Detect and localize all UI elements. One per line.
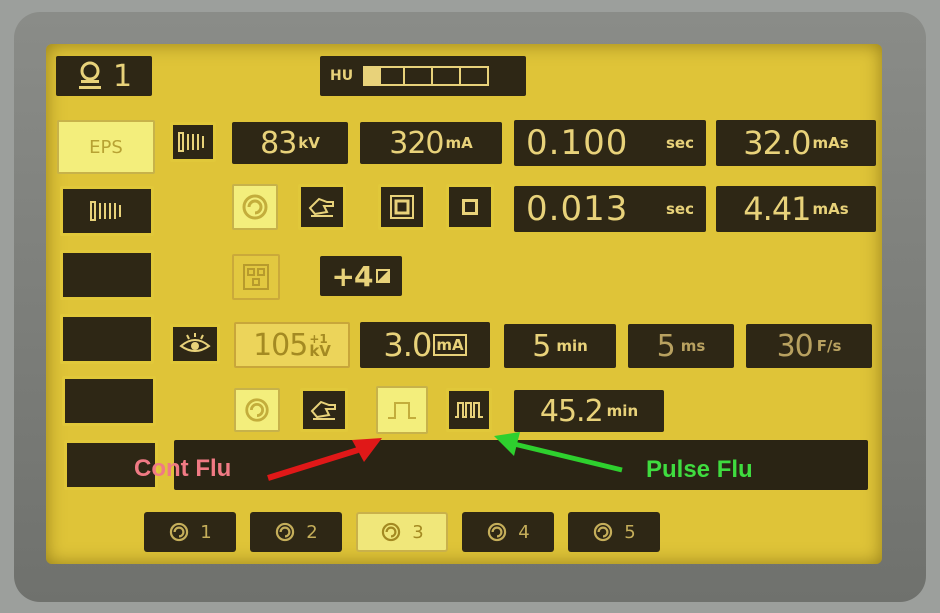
hu-cell [461,68,487,84]
spiral-icon [242,194,268,220]
tab-2[interactable]: 2 [250,512,342,552]
eye-icon [179,333,211,352]
sidebar-item-3[interactable] [60,250,154,300]
hu-meter: HU [320,56,526,96]
fluoro-spiral-button[interactable] [234,388,280,432]
hand-icon [310,400,336,420]
pulse-wave-icon [455,402,483,418]
fluoro-total-time-unit: min [606,402,639,420]
fluoro-duration-unit: min [556,337,588,355]
tab-5[interactable]: 5 [568,512,660,552]
sidebar-item-eps[interactable]: EPS [57,120,155,174]
fluoro-kv-unit: kV [309,342,331,360]
fluoro-kv-field[interactable]: 105 +1 kV [234,322,350,368]
exposure-time-unit: sec [666,134,694,152]
cont-flu-label: Cont Flu [134,455,232,482]
filter-grid-button[interactable] [170,122,216,162]
density-correction-value: +4 [331,259,374,293]
exposure-mas2-unit: mAs [812,200,849,218]
fluoro-pulse-width-field[interactable]: 5 ms [628,324,734,368]
hu-cell [383,68,406,84]
filter-grid-icon [90,201,121,221]
fluoro-ma-value: 3.0 [383,326,432,364]
exposure-time-value: 0.100 [526,123,629,163]
tab-1[interactable]: 1 [144,512,236,552]
message-bar [174,440,868,490]
exposure-time2-field[interactable]: 0.013 sec [514,186,706,232]
exposure-kv-unit: kV [298,134,320,152]
hu-label: HU [330,68,354,84]
tab-label: 3 [412,521,424,543]
spiral-icon [170,522,189,542]
density-correction-field[interactable]: +4 [320,256,402,296]
grid-layout-button[interactable] [232,254,280,300]
sidebar-item-5[interactable] [62,376,156,426]
spiral-icon [488,522,507,542]
exposure-mas-unit: mAs [812,134,849,152]
fluoro-pulse-width-value: 5 [656,328,676,364]
fluoro-ma-unit: mA [433,334,467,356]
exposure-time-field[interactable]: 0.100 sec [514,120,706,166]
spiral-mode-button[interactable] [232,184,278,230]
sidebar-item-4[interactable] [60,314,154,364]
fluoro-total-time-value: 45.2 [539,393,604,429]
fluoro-total-time-field[interactable]: 45.2 min [514,390,664,432]
tube-icon [78,61,101,89]
tab-label: 2 [306,521,318,543]
fluoro-frame-rate-field[interactable]: 30 F/s [746,324,872,368]
pulse-fluoro-button[interactable] [446,388,492,432]
tab-label: 5 [624,521,636,543]
hu-cell [433,68,462,84]
hu-cell [405,68,434,84]
tab-label: 4 [518,521,530,543]
tube-indicator[interactable]: 1 [56,56,152,96]
fluoro-view-button[interactable] [170,324,220,364]
field-size-small-icon [462,199,478,215]
exposure-time2-value: 0.013 [526,189,629,229]
hand-switch-button[interactable] [298,184,346,230]
hu-cell [365,68,384,84]
exposure-mas2-value: 4.41 [743,190,811,228]
fluoro-kv-value: 105 [253,327,308,363]
field-large-button[interactable] [378,184,426,230]
exposure-mas-value: 32.0 [743,124,811,162]
exposure-ma-field[interactable]: 320 mA [360,122,502,164]
grid-layout-icon [243,264,269,290]
field-size-large-icon [390,195,414,219]
exposure-mas2-field[interactable]: 4.41 mAs [716,186,876,232]
fluoro-duration-field[interactable]: 5 min [504,324,616,368]
filter-grid-icon [178,132,204,152]
tube-number: 1 [112,58,132,94]
exposure-mas-field[interactable]: 32.0 mAs [716,120,876,166]
sidebar-item-label: EPS [89,136,123,158]
fluoro-frame-rate-unit: F/s [816,337,842,355]
sidebar-item-filter[interactable] [60,186,154,236]
spiral-icon [276,522,295,542]
spiral-icon [245,398,269,422]
fluoro-ma-field[interactable]: 3.0 mA [360,322,490,368]
hu-bar [363,66,490,86]
hand-icon [308,197,334,217]
continuous-wave-icon [388,402,416,419]
field-small-button[interactable] [446,184,494,230]
spiral-icon [594,522,613,542]
spiral-icon [382,522,401,542]
fluoro-duration-value: 5 [532,328,551,364]
exposure-kv-value: 83 [260,125,297,161]
density-icon [376,269,391,283]
pulse-flu-label: Pulse Flu [646,456,753,483]
exposure-ma-value: 320 [389,125,444,161]
tab-3[interactable]: 3 [356,512,448,552]
continuous-fluoro-button[interactable] [376,386,428,434]
exposure-ma-unit: mA [445,134,473,152]
fluoro-frame-rate-value: 30 [776,328,814,364]
tab-4[interactable]: 4 [462,512,554,552]
fluoro-pulse-width-unit: ms [680,337,706,355]
fluoro-hand-button[interactable] [300,388,348,432]
exposure-kv-field[interactable]: 83 kV [232,122,348,164]
tab-label: 1 [200,521,212,543]
exposure-time2-unit: sec [666,200,694,218]
